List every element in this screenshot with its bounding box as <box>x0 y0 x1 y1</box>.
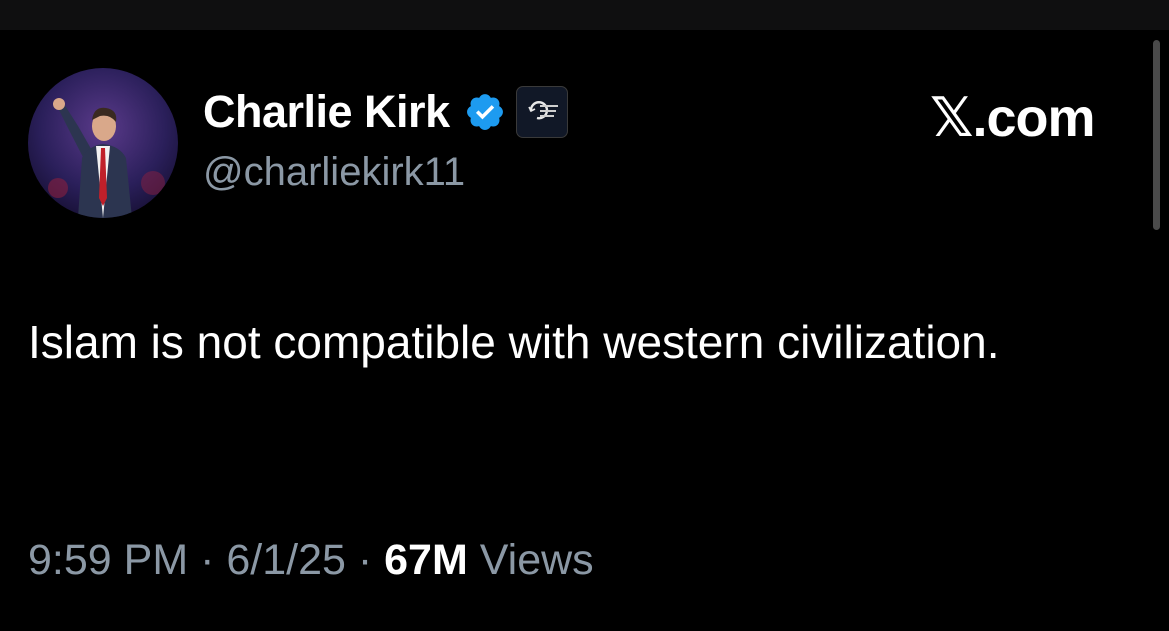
meta-separator: · <box>188 536 227 584</box>
tweet-meta: 9:59 PM · 6/1/25 · 67M Views <box>28 536 594 585</box>
turning-point-usa-logo <box>527 101 558 120</box>
verified-badge-icon[interactable] <box>464 91 506 133</box>
author-handle[interactable]: @charliekirk11 <box>203 150 465 195</box>
tweet-date[interactable]: 6/1/25 <box>226 536 346 584</box>
site-label: 𝕏.com <box>930 88 1096 148</box>
author-display-name[interactable]: Charlie Kirk <box>203 86 450 138</box>
top-bar <box>0 0 1169 30</box>
affiliate-badge[interactable] <box>515 86 568 138</box>
tweet-time[interactable]: 9:59 PM <box>28 536 188 584</box>
views-count[interactable]: 67M <box>384 536 468 584</box>
views-label: Views <box>467 536 594 584</box>
scrollbar[interactable] <box>1153 40 1160 230</box>
author-name-row: Charlie Kirk <box>203 82 568 142</box>
meta-separator: · <box>345 536 385 584</box>
tweet-text: Islam is not compatible with western civ… <box>28 316 1000 368</box>
avatar[interactable] <box>28 68 178 218</box>
